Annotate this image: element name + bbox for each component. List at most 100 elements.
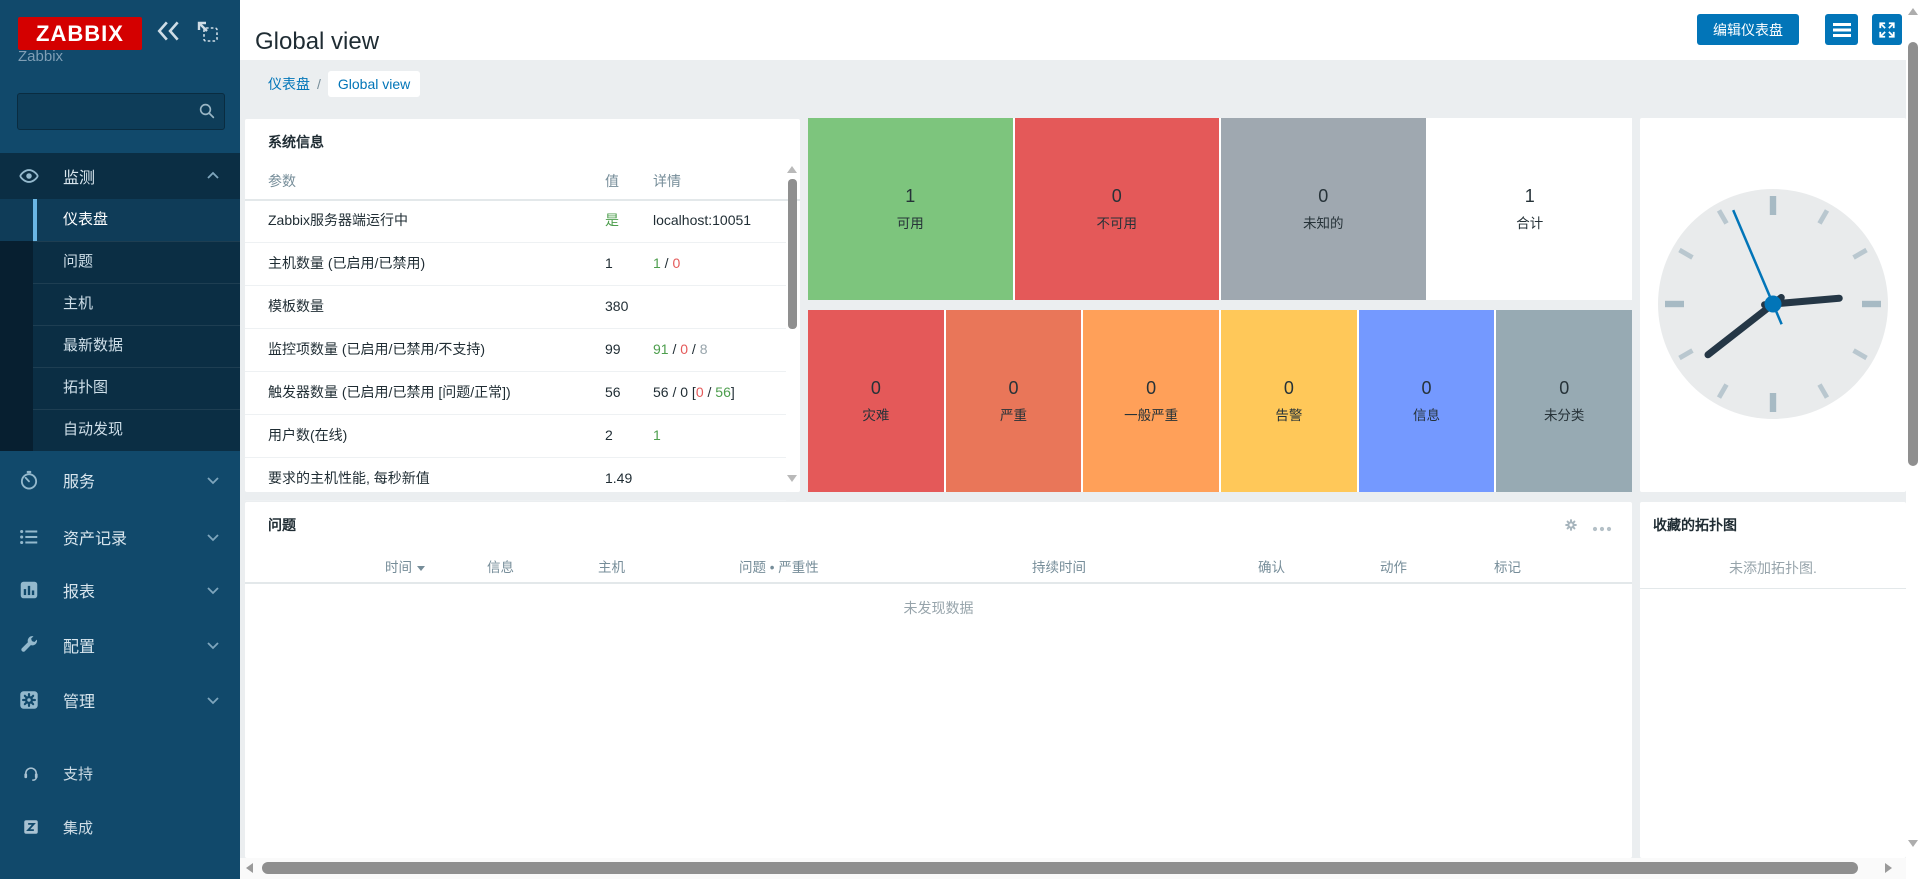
- sysinfo-scroll-up-arrow[interactable]: [787, 166, 797, 173]
- sidebar-item-label: 仪表盘: [63, 199, 108, 241]
- system-info-column-header: 参数: [268, 163, 296, 199]
- system-info-row: 触发器数量 (已启用/已禁用 [问题/正常])5656 / 0 [0 / 56]: [245, 371, 786, 415]
- sidebar-item-latest-data[interactable]: 最新数据: [0, 325, 240, 367]
- clock-tick: [1665, 301, 1684, 307]
- sidebar-item-label: 问题: [63, 241, 93, 283]
- tile-value: 0: [871, 378, 881, 399]
- page-title: Global view: [255, 28, 379, 56]
- sysinfo-param: 模板数量: [268, 285, 324, 328]
- sysinfo-value: 1.49: [605, 457, 632, 500]
- sidebar-item-label: 服务: [63, 468, 95, 492]
- sidebar-item-label: 拓扑图: [63, 367, 108, 409]
- availability-tile: 1可用: [808, 118, 1013, 300]
- scroll-right-arrow[interactable]: [1885, 863, 1892, 873]
- tile-label: 可用: [897, 212, 924, 232]
- availability-tile: 1合计: [1428, 118, 1633, 300]
- tile-value: 1: [1525, 186, 1535, 207]
- system-info-row: Zabbix服务器端运行中是localhost:10051: [245, 199, 786, 243]
- chevron-up-icon: [206, 170, 220, 182]
- problems-more-button[interactable]: [1592, 521, 1612, 536]
- sysinfo-param: Zabbix服务器端运行中: [268, 199, 408, 242]
- problems-column-header[interactable]: 持续时间: [1032, 556, 1086, 574]
- sidebar-item-support[interactable]: 支持: [0, 751, 240, 795]
- undock-icon: [196, 20, 220, 44]
- sysinfo-value: 56: [605, 371, 621, 414]
- sidebar-item-label: 管理: [63, 688, 95, 712]
- chevron-down-icon: [206, 474, 220, 486]
- headset-icon: [22, 764, 40, 782]
- sysinfo-detail: 56 / 0 [0 / 56]: [653, 371, 735, 414]
- divider: [245, 582, 1632, 584]
- sidebar-item-discovery[interactable]: 自动发现: [0, 409, 240, 451]
- system-info-row: 要求的主机性能, 每秒新值1.49: [245, 457, 786, 501]
- sidebar-item-monitoring[interactable]: 监测: [0, 153, 240, 199]
- fullscreen-icon: [1878, 21, 1896, 39]
- system-info-widget: 系统信息 参数值详情 Zabbix服务器端运行中是localhost:10051…: [245, 119, 800, 492]
- dashboard-menu-button[interactable]: [1825, 14, 1858, 45]
- sidebar-item-problems[interactable]: 问题: [0, 241, 240, 283]
- tile-value: 0: [1112, 186, 1122, 207]
- severity-tile: 0 灾难: [808, 310, 944, 492]
- horizontal-scrollbar-thumb[interactable]: [262, 862, 1858, 874]
- problems-settings-button[interactable]: [1562, 516, 1580, 537]
- sidebar-item-hosts[interactable]: 主机: [0, 283, 240, 325]
- chevron-down-icon: [206, 584, 220, 596]
- breadcrumb-dashboards-link[interactable]: 仪表盘: [268, 74, 310, 94]
- zabbix-logo[interactable]: ZABBIX: [18, 17, 142, 50]
- edit-dashboard-button[interactable]: 编辑仪表盘: [1697, 14, 1799, 45]
- sysinfo-scroll-down-arrow[interactable]: [787, 475, 797, 482]
- favorite-maps-widget: 收藏的拓扑图 未添加拓扑图.: [1640, 502, 1906, 858]
- severity-tile: 0一般严重: [1083, 310, 1219, 492]
- problems-column-header[interactable]: 问题 • 严重性: [739, 556, 819, 574]
- tile-value: 0: [1422, 378, 1432, 399]
- problems-column-header[interactable]: 标记: [1494, 556, 1521, 574]
- system-info-row: 监控项数量 (已启用/已禁用/不支持)9991 / 0 / 8: [245, 328, 786, 372]
- tile-value: 0: [1284, 378, 1294, 399]
- problems-widget: 问题 时间信息主机问题 • 严重性持续时间确认动作标记 未发现数据: [245, 502, 1632, 858]
- scroll-left-arrow[interactable]: [246, 863, 253, 873]
- sidebar-item-configuration[interactable]: 配置: [0, 623, 240, 667]
- gear-square-icon: [18, 689, 40, 711]
- sysinfo-value: 99: [605, 328, 621, 371]
- breadcrumb-separator: /: [317, 76, 321, 92]
- sidebar-item-integrations[interactable]: 集成: [0, 805, 240, 849]
- problems-column-header[interactable]: 确认: [1258, 556, 1285, 574]
- wrench-icon: [18, 634, 40, 656]
- active-item-bar: [33, 199, 37, 241]
- search-input[interactable]: [26, 98, 190, 125]
- sidebar-item-maps[interactable]: 拓扑图: [0, 367, 240, 409]
- sidebar-item-services[interactable]: 服务: [0, 458, 240, 502]
- tile-value: 0: [1559, 378, 1569, 399]
- system-info-row: 用户数(在线)21: [245, 414, 786, 458]
- problems-column-header[interactable]: 信息: [487, 556, 514, 574]
- sidebar-item-inventory[interactable]: 资产记录: [0, 515, 240, 559]
- server-name: Zabbix: [18, 48, 63, 65]
- severity-tile: 0 信息: [1359, 310, 1495, 492]
- problems-column-header[interactable]: 主机: [598, 556, 625, 574]
- vertical-scrollbar-thumb[interactable]: [1908, 42, 1918, 466]
- sidebar-item-label: 配置: [63, 633, 95, 657]
- sidebar-item-label: 最新数据: [63, 325, 123, 367]
- sysinfo-detail: 1 / 0: [653, 242, 680, 285]
- scroll-up-arrow[interactable]: [1908, 8, 1918, 15]
- sidebar-undock-button[interactable]: [196, 20, 220, 49]
- sidebar-item-dashboard[interactable]: 仪表盘: [0, 199, 240, 241]
- problems-column-header[interactable]: 动作: [1380, 556, 1407, 574]
- sidebar-item-reports[interactable]: 报表: [0, 568, 240, 612]
- problems-column-header[interactable]: 时间: [385, 556, 425, 574]
- sidebar-item-administration[interactable]: 管理: [0, 678, 240, 722]
- tile-label: 灾难: [862, 404, 889, 424]
- sidebar-item-label: 集成: [63, 817, 93, 838]
- clock-tick: [1770, 196, 1776, 215]
- sysinfo-scrollbar-thumb[interactable]: [788, 179, 797, 329]
- sidebar-item-api[interactable]: API: [0, 866, 240, 879]
- sidebar-collapse-button[interactable]: [156, 20, 182, 47]
- tile-label: 信息: [1413, 404, 1440, 424]
- breadcrumb-current-link[interactable]: Global view: [328, 71, 420, 97]
- sidebar: ZABBIX Zabbix 监测仪表盘问题主机最新数据拓扑图自动发现服务资产记录…: [0, 0, 240, 879]
- sort-desc-icon: [417, 566, 425, 571]
- kiosk-mode-button[interactable]: [1872, 14, 1902, 45]
- tile-label: 未分类: [1544, 404, 1585, 424]
- tile-value: 0: [1318, 186, 1328, 207]
- scroll-down-arrow[interactable]: [1908, 840, 1918, 847]
